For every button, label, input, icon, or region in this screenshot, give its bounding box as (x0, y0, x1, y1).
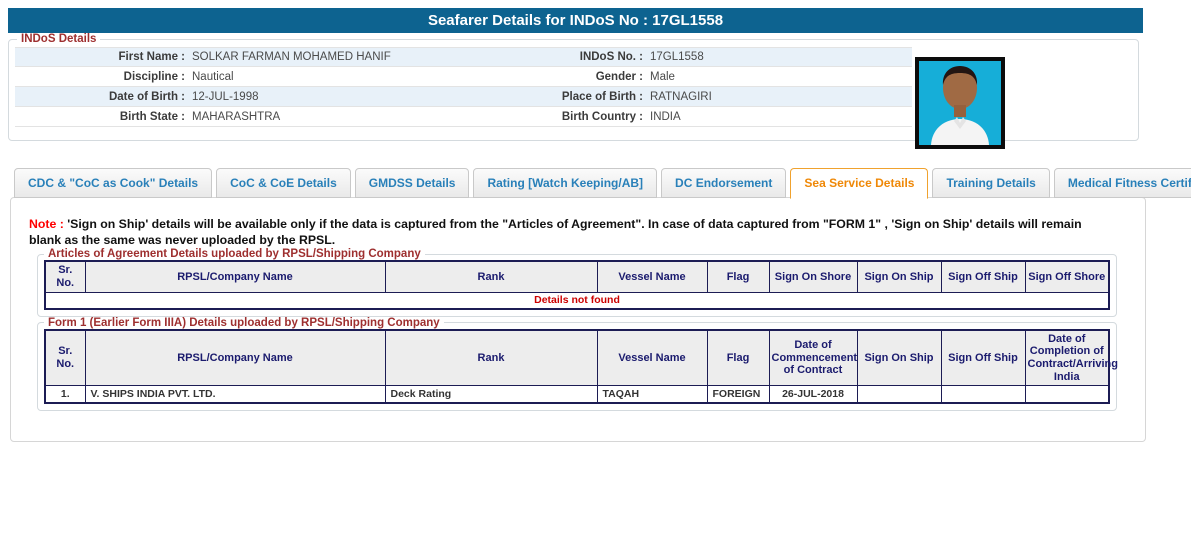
discipline-label: Discipline : (15, 71, 185, 83)
articles-header-sign-off-shore: Sign Off Shore (1025, 261, 1109, 292)
articles-header-sign-off-ship: Sign Off Ship (941, 261, 1025, 292)
tab-gmdss-details[interactable]: GMDSS Details (355, 168, 470, 198)
discipline-value: Nautical (185, 71, 460, 83)
form1-cell-sign-on-ship (857, 386, 941, 404)
form1-header-flag: Flag (707, 330, 769, 386)
form1-cell-date-of-commencement: 26-JUL-2018 (769, 386, 857, 404)
form1-header-rpsl-company-name: RPSL/Company Name (85, 330, 385, 386)
form1-legend: Form 1 (Earlier Form IIIA) Details uploa… (44, 317, 444, 329)
tab-dc-endorsement[interactable]: DC Endorsement (661, 168, 786, 198)
form1-cell-flag: FOREIGN (707, 386, 769, 404)
articles-header-flag: Flag (707, 261, 769, 292)
form1-header-sign-on-ship: Sign On Ship (857, 330, 941, 386)
gender-label: Gender : (460, 71, 643, 83)
date-of-birth-label: Date of Birth : (15, 91, 185, 103)
birth-state-label: Birth State : (15, 111, 185, 123)
indos-no-label: INDoS No. : (460, 51, 643, 63)
form1-cell-sr-no: 1. (45, 386, 85, 404)
tab-coc-coe-details[interactable]: CoC & CoE Details (216, 168, 351, 198)
articles-of-agreement-legend: Articles of Agreement Details uploaded b… (44, 248, 425, 260)
first-name-value: SOLKAR FARMAN MOHAMED HANIF (185, 51, 460, 63)
form1-cell-date-of-completion (1025, 386, 1109, 404)
details-not-found-message: Details not found (45, 292, 1109, 309)
tab-sea-service-details[interactable]: Sea Service Details (790, 168, 928, 199)
tab-medical-fitness-certificate[interactable]: Medical Fitness Certificate (1054, 168, 1191, 198)
place-of-birth-value: RATNAGIRI (643, 91, 912, 103)
sea-service-details-panel: Note : 'Sign on Ship' details will be av… (10, 197, 1146, 442)
form1-section: Form 1 (Earlier Form IIIA) Details uploa… (37, 317, 1117, 412)
articles-header-sign-on-shore: Sign On Shore (769, 261, 857, 292)
articles-header-row: Sr. No. RPSL/Company Name Rank Vessel Na… (45, 261, 1109, 292)
info-row-first-name: First Name : SOLKAR FARMAN MOHAMED HANIF… (15, 47, 912, 67)
page-title: Seafarer Details for INDoS No : 17GL1558 (8, 8, 1143, 33)
first-name-label: First Name : (15, 51, 185, 63)
articles-header-vessel-name: Vessel Name (597, 261, 707, 292)
tab-training-details[interactable]: Training Details (932, 168, 1049, 198)
form1-cell-vessel-name: TAQAH (597, 386, 707, 404)
indos-details-grid: First Name : SOLKAR FARMAN MOHAMED HANIF… (15, 47, 912, 127)
form1-cell-sign-off-ship (941, 386, 1025, 404)
tab-rating-watch-keeping-ab[interactable]: Rating [Watch Keeping/AB] (473, 168, 657, 198)
form1-header-vessel-name: Vessel Name (597, 330, 707, 386)
date-of-birth-value: 12-JUL-1998 (185, 91, 460, 103)
indos-no-value: 17GL1558 (643, 51, 912, 63)
form1-cell-rpsl-company-name: V. SHIPS INDIA PVT. LTD. (85, 386, 385, 404)
articles-of-agreement-table: Sr. No. RPSL/Company Name Rank Vessel Na… (44, 260, 1110, 309)
form1-header-sign-off-ship: Sign Off Ship (941, 330, 1025, 386)
sign-on-ship-note: Note : 'Sign on Ship' details will be av… (29, 216, 1087, 248)
form1-header-row: Sr. No. RPSL/Company Name Rank Vessel Na… (45, 330, 1109, 386)
articles-empty-row: Details not found (45, 292, 1109, 309)
place-of-birth-label: Place of Birth : (460, 91, 643, 103)
indos-details-legend: INDoS Details (17, 33, 100, 45)
form1-header-rank: Rank (385, 330, 597, 386)
note-prefix: Note : (29, 217, 64, 231)
form1-header-date-of-completion: Date of Completion of Contract/Arriving … (1025, 330, 1109, 386)
articles-header-rpsl-company-name: RPSL/Company Name (85, 261, 385, 292)
articles-of-agreement-section: Articles of Agreement Details uploaded b… (37, 248, 1117, 316)
form1-table: Sr. No. RPSL/Company Name Rank Vessel Na… (44, 329, 1110, 405)
info-row-date-of-birth: Date of Birth : 12-JUL-1998 Place of Bir… (15, 87, 912, 107)
articles-header-rank: Rank (385, 261, 597, 292)
birth-country-value: INDIA (643, 111, 912, 123)
tab-cdc-coc-as-cook-details[interactable]: CDC & "CoC as Cook" Details (14, 168, 212, 198)
articles-header-sign-on-ship: Sign On Ship (857, 261, 941, 292)
info-row-discipline: Discipline : Nautical Gender : Male (15, 67, 912, 87)
form1-header-date-of-commencement: Date of Commencement of Contract (769, 330, 857, 386)
birth-state-value: MAHARASHTRA (185, 111, 460, 123)
indos-details-section: INDoS Details First Name : SOLKAR FARMAN… (8, 33, 1139, 141)
info-row-birth-state: Birth State : MAHARASHTRA Birth Country … (15, 107, 912, 127)
note-text: 'Sign on Ship' details will be available… (29, 217, 1082, 247)
seafarer-photo (915, 57, 1005, 149)
form1-data-row: 1. V. SHIPS INDIA PVT. LTD. Deck Rating … (45, 386, 1109, 404)
seafarer-photo-silhouette (919, 61, 1001, 145)
birth-country-label: Birth Country : (460, 111, 643, 123)
articles-header-sr-no: Sr. No. (45, 261, 85, 292)
form1-header-sr-no: Sr. No. (45, 330, 85, 386)
gender-value: Male (643, 71, 912, 83)
form1-cell-rank: Deck Rating (385, 386, 597, 404)
detail-tabs: CDC & "CoC as Cook" Details CoC & CoE De… (14, 168, 1191, 198)
